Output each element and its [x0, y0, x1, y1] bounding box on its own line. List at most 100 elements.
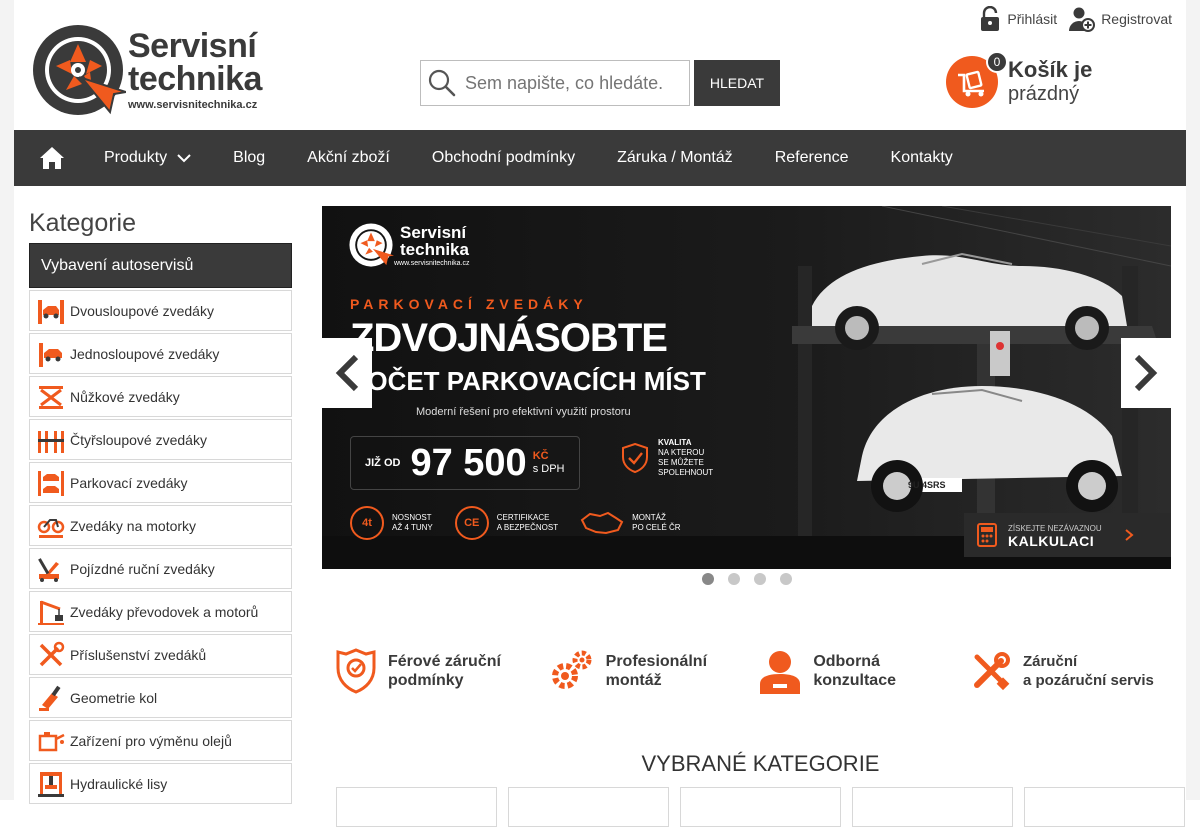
quality-line2: SE MŮŽETE — [658, 458, 704, 467]
consultant-icon — [760, 651, 801, 694]
nav-label: Produkty — [104, 149, 168, 166]
search-input[interactable] — [465, 72, 680, 94]
category-label: Dvousloupové zvedáky — [70, 302, 214, 319]
category-card[interactable] — [508, 787, 669, 827]
price-vat: s DPH — [532, 463, 565, 475]
nav-item-obchodni-podminky[interactable]: Obchodní podmínky — [411, 130, 596, 186]
nav-item-zaruka-montaz[interactable]: Záruka / Montáž — [596, 130, 754, 186]
cart-widget[interactable]: 0 Košík je prázdný — [946, 51, 1176, 112]
category-label: Čtyřsloupové zvedáky — [70, 431, 207, 448]
sidebar-title: Kategorie — [29, 209, 137, 237]
category-item[interactable]: Jednosloupové zvedáky — [29, 333, 292, 374]
parking-lift-icon — [38, 470, 64, 496]
category-item[interactable]: Geometrie kol — [29, 677, 292, 718]
category-item[interactable]: Dvousloupové zvedáky — [29, 290, 292, 331]
cart-count-badge: 0 — [986, 51, 1008, 73]
feature-certification: CE CERTIFIKACE A BEZPEČNOST — [454, 506, 558, 540]
cart-circle: 0 — [946, 51, 1008, 108]
wheel-logo-icon — [349, 223, 394, 267]
feature-capacity: 4t NOSNOST AŽ 4 TUNY — [350, 506, 433, 540]
slider-dot[interactable] — [780, 573, 792, 585]
category-label: Zvedáky na motorky — [70, 517, 197, 534]
feature-text: MONTÁŽ PO CELÉ ČR — [632, 513, 680, 533]
two-post-lift-icon — [38, 299, 64, 324]
nav-item-akcni-zbozi[interactable]: Akční zboží — [286, 130, 411, 186]
promo-banner[interactable]: 9U 4SRS Servisní technika www.servisnite… — [322, 206, 1171, 569]
benefit-warranty: Férové záruční podmínky — [336, 648, 541, 694]
feature-line2: A BEZPEČNOST — [496, 523, 559, 532]
login-label: Přihlásit — [1007, 11, 1058, 27]
main-nav: Produkty Blog Akční zboží Obchodní podmí… — [14, 130, 1186, 186]
benefit-text: Odborná konzultace — [813, 652, 896, 690]
ce-mark-icon: CE — [454, 506, 489, 540]
gears-icon — [551, 650, 592, 689]
category-item[interactable]: Příslušenství zvedáků — [29, 634, 292, 675]
category-item[interactable]: Čtyřsloupové zvedáky — [29, 419, 292, 460]
account-links: Přihlásit Registrovat — [979, 6, 1172, 32]
category-card[interactable] — [852, 787, 1013, 827]
cart-icon — [958, 70, 984, 97]
feature-line1: MONTÁŽ — [632, 513, 666, 522]
category-item[interactable]: Nůžkové zvedáky — [29, 376, 292, 417]
chevron-down-icon — [177, 154, 191, 163]
cart-status-line1: Košík je — [1008, 57, 1093, 82]
engine-crane-icon — [38, 600, 64, 625]
nav-item-kontakty[interactable]: Kontakty — [870, 130, 974, 186]
search-button[interactable]: HLEDAT — [694, 60, 780, 106]
nav-item-blog[interactable]: Blog — [212, 130, 286, 186]
feature-line2: AŽ 4 TUNY — [392, 523, 433, 532]
site-logo[interactable]: Servisní technika www.servisnitechnika.c… — [30, 22, 280, 118]
single-post-lift-icon — [39, 342, 62, 367]
benefit-line2: podmínky — [388, 672, 464, 689]
banner-logo-url: www.servisnitechnika.cz — [394, 259, 470, 267]
banner-logo-line2: technika — [400, 239, 469, 259]
page: Servisní technika www.servisnitechnika.c… — [14, 0, 1186, 827]
feature-text: CERTIFIKACE A BEZPEČNOST — [497, 513, 558, 533]
category-card[interactable] — [336, 787, 497, 827]
wheel-logo-icon — [33, 25, 126, 115]
quality-line3: SPOLEHNOUT — [658, 468, 714, 477]
selected-categories-title: VYBRANÉ KATEGORIE — [641, 751, 880, 776]
nav-item-produkty[interactable]: Produkty — [90, 130, 212, 186]
slider-next-button[interactable] — [1121, 338, 1171, 408]
slider-prev-button[interactable] — [322, 338, 372, 408]
category-item[interactable]: Zvedáky převodovek a motorů — [29, 591, 292, 632]
motorcycle-lift-icon — [37, 518, 65, 538]
category-item[interactable]: Hydraulické lisy — [29, 763, 292, 804]
nav-item-reference[interactable]: Reference — [754, 130, 870, 186]
home-icon — [40, 147, 64, 169]
slider-dot[interactable] — [702, 573, 714, 585]
add-user-icon — [1069, 7, 1096, 32]
slider-dot[interactable] — [728, 573, 740, 585]
category-item[interactable]: Zařízení pro výměnu olejů — [29, 720, 292, 761]
hydraulic-press-icon — [38, 771, 64, 797]
banner-quality: KVALITA NA KTEROU SE MŮŽETE SPOLEHNOUT — [622, 438, 713, 478]
category-item[interactable]: Parkovací zvedáky — [29, 462, 292, 503]
lock-icon — [981, 6, 1000, 31]
chevron-left-icon — [335, 354, 359, 392]
benefit-text: Férové záruční podmínky — [388, 652, 501, 690]
calculation-cta[interactable]: ZÍSKEJTE NEZÁVAZNOU KALKULACI — [964, 513, 1171, 557]
category-card[interactable] — [680, 787, 841, 827]
tools-icon — [39, 641, 65, 666]
register-link[interactable]: Registrovat — [1069, 6, 1172, 32]
banner-headline: ZDVOJNÁSOBTE — [350, 316, 668, 360]
oil-change-icon — [38, 731, 65, 751]
banner-logo-line1: Servisní — [400, 222, 467, 242]
slider-dot[interactable] — [754, 573, 766, 585]
feature-text: NOSNOST AŽ 4 TUNY — [392, 513, 433, 533]
category-item[interactable]: Pojízdné ruční zvedáky — [29, 548, 292, 589]
benefit-installation: Profesionální montáž — [548, 648, 753, 694]
slider-dots — [702, 573, 792, 585]
quality-line1: NA KTEROU — [658, 448, 705, 457]
category-item[interactable]: Zvedáky na motorky — [29, 505, 292, 546]
benefit-line1: Férové záruční — [388, 653, 501, 670]
price-currency: KČ — [532, 450, 549, 462]
nav-home[interactable] — [14, 130, 90, 186]
scissor-lift-icon — [39, 385, 63, 409]
four-post-lift-icon — [38, 430, 64, 453]
sidebar-category-header[interactable]: Vybavení autoservisů — [29, 243, 292, 288]
banner-logo-text: Servisní technika www.servisnitechnika.c… — [394, 224, 469, 267]
login-link[interactable]: Přihlásit — [979, 6, 1057, 32]
category-card[interactable] — [1024, 787, 1185, 827]
